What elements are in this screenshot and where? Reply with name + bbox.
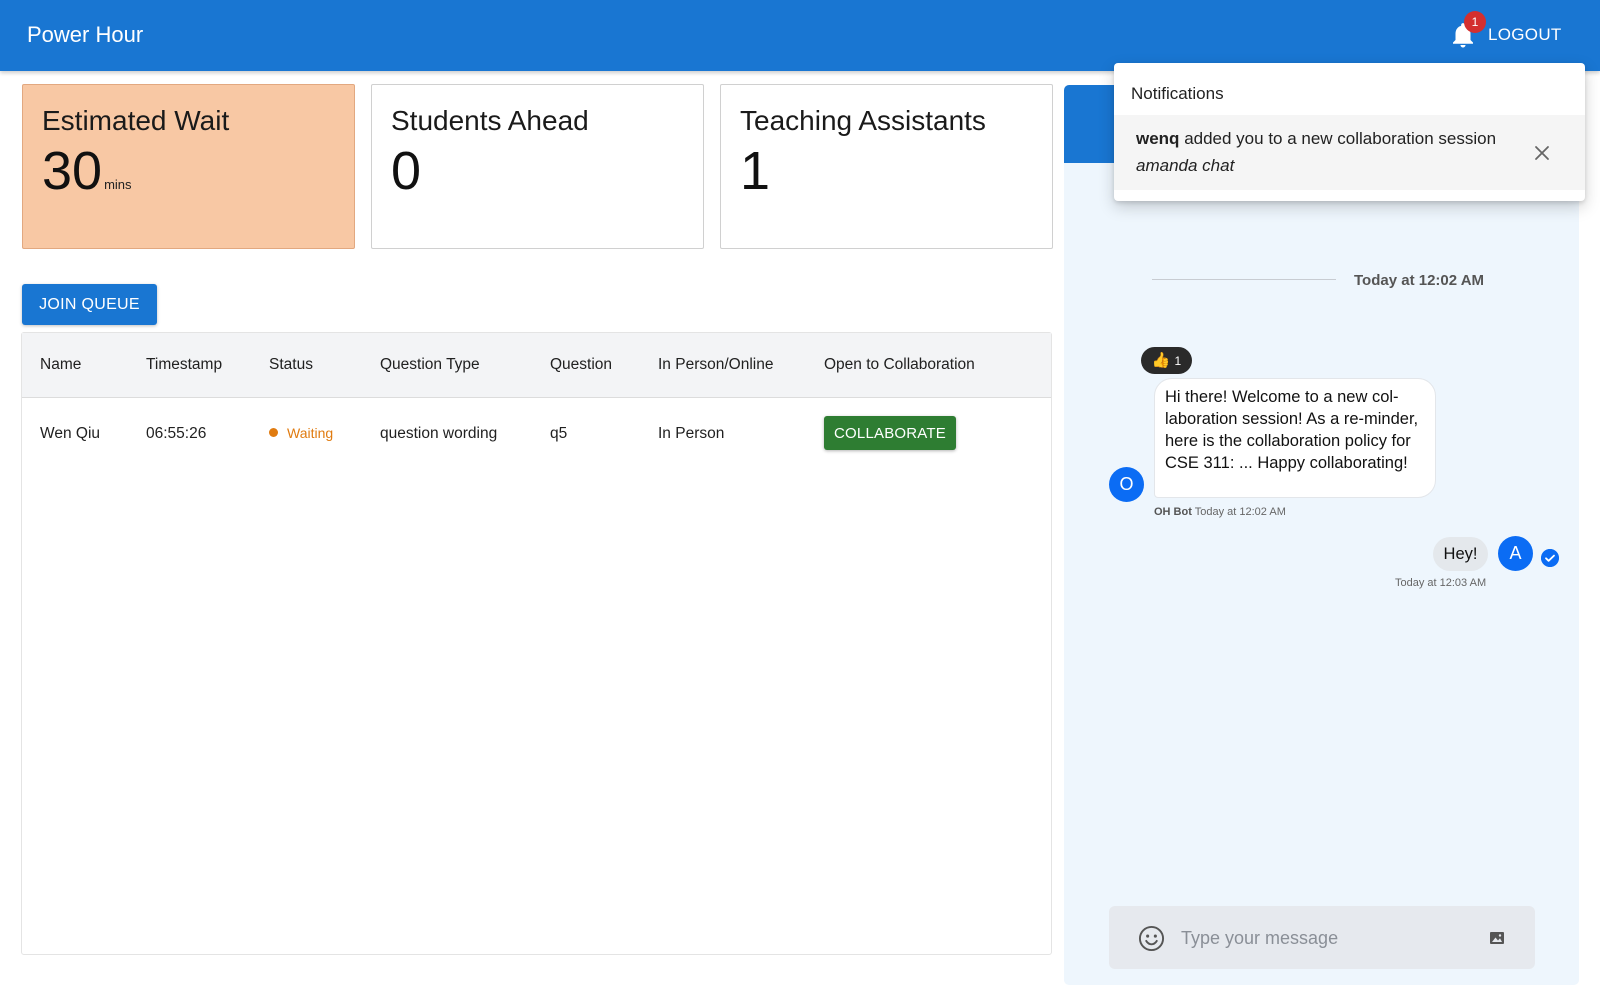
notification-message: added you to a new collaboration session [1184, 129, 1497, 148]
notification-session: amanda chat [1136, 156, 1235, 175]
collaborate-button[interactable]: COLLABORATE [824, 416, 956, 450]
column-header-timestamp[interactable]: Timestamp [146, 356, 222, 374]
close-icon[interactable] [1532, 143, 1552, 163]
read-check-icon [1541, 549, 1559, 567]
notifications-popover: Notifications wenq added you to a new co… [1114, 63, 1585, 201]
column-header-in-person-online[interactable]: In Person/Online [658, 356, 773, 374]
column-header-question[interactable]: Question [550, 356, 612, 374]
notifications-title: Notifications [1131, 84, 1224, 103]
estimated-wait-title: Estimated Wait [42, 105, 230, 136]
cell-name: Wen Qiu [40, 425, 101, 442]
message-input[interactable] [1181, 921, 1481, 955]
column-header-question-type[interactable]: Question Type [380, 356, 480, 374]
estimated-wait-unit: mins [104, 177, 132, 192]
estimated-wait-number: 30 [42, 141, 103, 201]
column-header-status[interactable]: Status [269, 356, 313, 374]
date-separator: Today at 12:02 AM [1354, 272, 1485, 289]
notification-item[interactable]: wenq added you to a new collaboration se… [1114, 115, 1585, 190]
table-header: Name Timestamp Status Question Type Ques… [22, 333, 1051, 398]
notification-text: wenq added you to a new collaboration se… [1136, 129, 1496, 149]
reaction-badge[interactable]: 👍 1 [1141, 347, 1192, 374]
cell-mode: In Person [658, 425, 725, 442]
message-time: Today at 12:03 AM [1395, 577, 1487, 589]
students-ahead-card: Students Ahead 0 [371, 84, 704, 249]
chat-panel: Today at 12:02 AM 👍 1 Hi there! Welcome … [1064, 85, 1579, 985]
message-composer [1109, 906, 1535, 969]
thumbs-up-icon: 👍 [1151, 352, 1171, 369]
message-sender: OH Bot [1154, 506, 1192, 518]
students-ahead-title: Students Ahead [391, 105, 589, 136]
students-ahead-value: 0 [391, 141, 422, 201]
estimated-wait-value: 30 mins [42, 141, 335, 215]
cell-question-type: question wording [380, 425, 498, 442]
notification-actor: wenq [1136, 129, 1180, 148]
teaching-assistants-card: Teaching Assistants 1 [720, 84, 1053, 249]
estimated-wait-card: Estimated Wait 30 mins [22, 84, 355, 249]
incoming-message-bubble[interactable]: Hi there! Welcome to a new col-laboratio… [1154, 378, 1436, 498]
avatar: O [1109, 467, 1144, 502]
column-header-name[interactable]: Name [40, 356, 81, 374]
join-queue-button[interactable]: JOIN QUEUE [22, 284, 157, 325]
logout-button[interactable]: LOGOUT [1488, 22, 1562, 48]
notification-count-badge: 1 [1464, 11, 1486, 33]
date-separator-line [1152, 279, 1336, 280]
reaction-count: 1 [1174, 353, 1182, 368]
outgoing-message-bubble[interactable]: Hey! [1433, 537, 1488, 571]
cell-question: q5 [550, 425, 568, 442]
app-bar: Power Hour 1 LOGOUT [0, 0, 1600, 71]
status-text: Waiting [287, 425, 334, 441]
cell-status: Waiting [269, 425, 333, 443]
status-dot-icon [269, 428, 278, 438]
teaching-assistants-title: Teaching Assistants [740, 105, 986, 136]
message-meta: OH Bot Today at 12:02 AM [1154, 506, 1286, 518]
column-header-open-to-collaboration[interactable]: Open to Collaboration [824, 356, 975, 374]
app-title: Power Hour [27, 22, 144, 47]
queue-table: Name Timestamp Status Question Type Ques… [21, 332, 1052, 955]
teaching-assistants-value: 1 [740, 141, 771, 201]
message-time: Today at 12:02 AM [1194, 506, 1286, 518]
cell-timestamp: 06:55:26 [146, 425, 207, 442]
avatar: A [1498, 536, 1533, 571]
image-upload-icon[interactable] [1489, 930, 1505, 946]
emoji-icon[interactable] [1138, 925, 1165, 952]
